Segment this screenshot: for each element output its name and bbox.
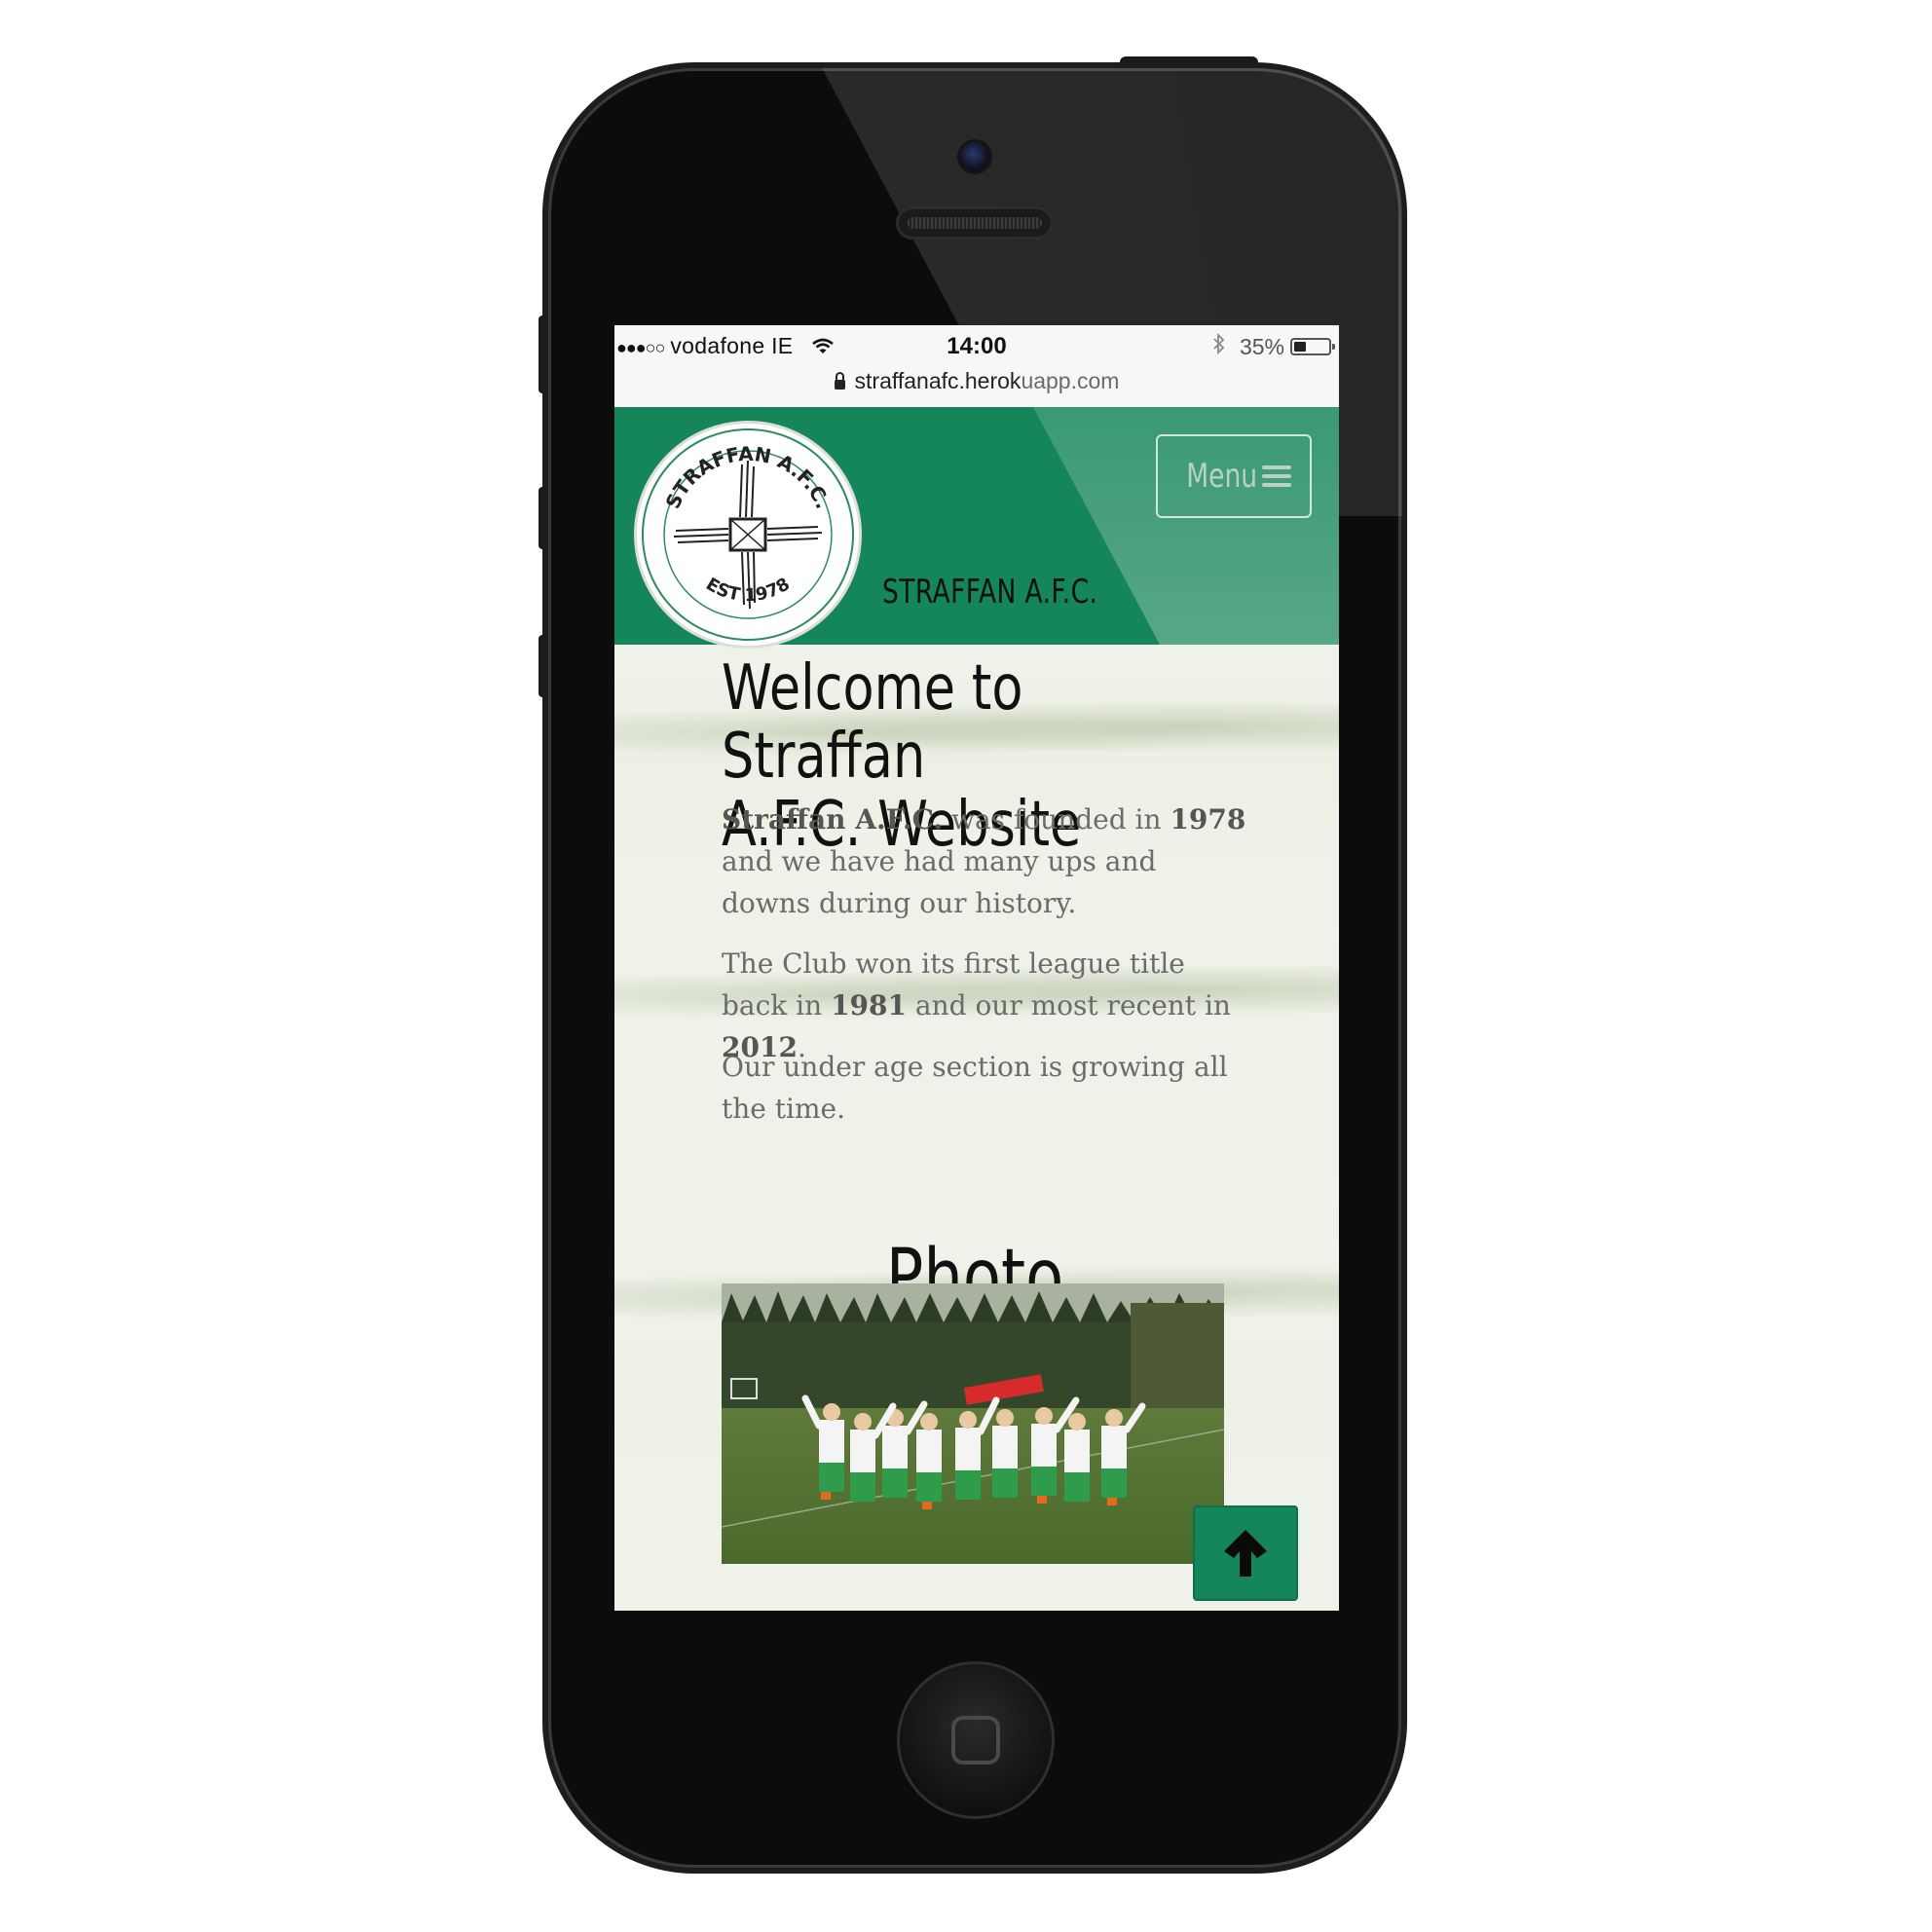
welcome-heading-line1: Welcome to Straffan <box>722 652 1023 793</box>
p1-text2: and we have had many ups and downs durin… <box>722 845 1157 919</box>
phone-screen: ●●●○○ vodafone IE 14:00 35% straffanafc.… <box>614 325 1339 1611</box>
lock-icon <box>834 372 845 390</box>
arrow-up-icon <box>1224 1530 1267 1577</box>
home-button[interactable] <box>897 1661 1055 1819</box>
url-rest: uapp.com <box>1021 368 1120 393</box>
site-brand[interactable]: STRAFFAN A.F.C. <box>882 573 1097 612</box>
team-photo-image <box>722 1283 1224 1564</box>
battery-level <box>1294 342 1306 352</box>
earpiece-speaker <box>896 206 1054 240</box>
club-name: Straffan A.F.C. <box>722 803 944 836</box>
menu-label: Menu <box>1186 457 1258 496</box>
battery-icon <box>1290 338 1335 355</box>
club-crest-icon: STRAFFAN A.F.C. EST 1978 <box>642 428 854 641</box>
menu-button[interactable]: Menu <box>1156 434 1312 518</box>
home-square-icon <box>951 1716 1000 1765</box>
first-title-year: 1981 <box>831 989 907 1022</box>
front-camera <box>960 142 989 171</box>
intro-paragraph: Straffan A.F.C. was founded in 1978 and … <box>722 799 1247 924</box>
status-right: 35% <box>1212 332 1335 360</box>
status-bar: ●●●○○ vodafone IE 14:00 35% straffanafc.… <box>614 325 1339 407</box>
p1-text1: was founded in <box>943 803 1170 836</box>
underage-paragraph: Our under age section is growing all the… <box>722 1051 1228 1125</box>
gallery-photo[interactable] <box>722 1283 1224 1564</box>
battery-percent: 35% <box>1239 333 1284 359</box>
url-domain: straffanafc.herok <box>854 368 1022 393</box>
battery-nub <box>1332 344 1335 350</box>
hamburger-icon <box>1261 461 1291 492</box>
back-to-top-button[interactable] <box>1193 1505 1298 1601</box>
p2-text2: and our most recent in <box>907 989 1231 1022</box>
club-logo[interactable]: STRAFFAN A.F.C. EST 1978 <box>634 421 862 649</box>
founded-year: 1978 <box>1170 803 1246 836</box>
address-bar[interactable]: straffanafc.herokuapp.com <box>614 368 1339 394</box>
bluetooth-icon <box>1212 332 1226 360</box>
